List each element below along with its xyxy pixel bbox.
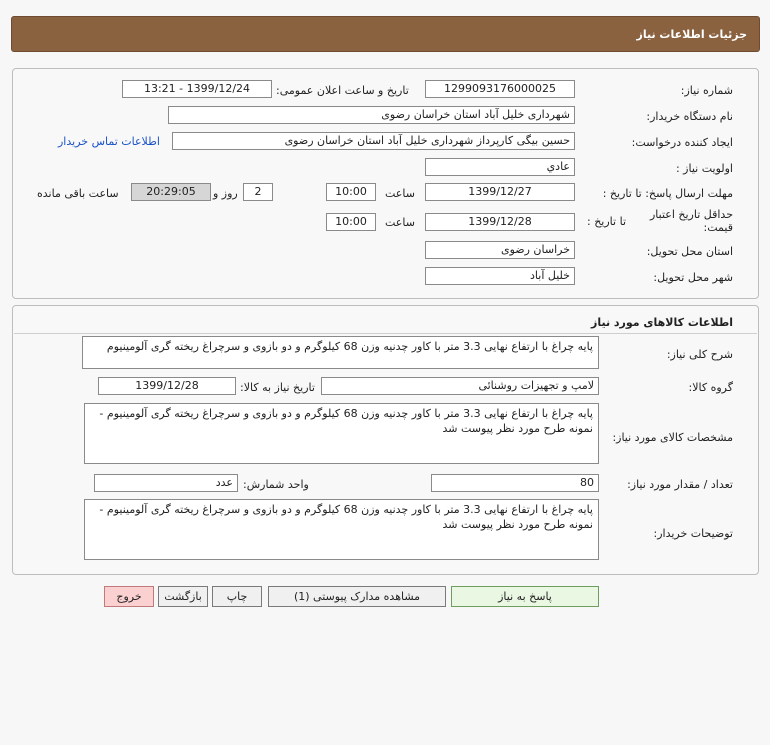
validity-time-field: 10:00 — [326, 213, 376, 231]
deadline-date-field: 1399/12/27 — [425, 183, 575, 201]
validity-date-field: 1399/12/28 — [425, 213, 575, 231]
summary-label: شرح کلی نیاز: — [666, 348, 733, 361]
back-button[interactable]: بازگشت — [158, 586, 208, 607]
requester-label: ایجاد کننده درخواست: — [631, 136, 733, 149]
validity-to-label: تا تاریخ : — [587, 215, 626, 228]
quantity-label: تعداد / مقدار مورد نیاز: — [627, 478, 733, 491]
need-date-field: 1399/12/28 — [98, 377, 236, 395]
view-attachments-button[interactable]: مشاهده مدارک پیوستی (1) — [268, 586, 446, 607]
exit-button[interactable]: خروج — [104, 586, 154, 607]
remaining-time-label: ساعت باقی مانده — [37, 187, 119, 200]
deadline-time-label: ساعت — [385, 187, 415, 200]
days-remaining-field: 2 — [243, 183, 273, 201]
buyer-org-label: نام دستگاه خریدار: — [646, 110, 733, 123]
requester-field: حسین بیگی کارپرداز شهرداری خلیل آباد است… — [172, 132, 575, 150]
validity-label-line2: قیمت: — [703, 221, 733, 234]
print-button[interactable]: چاپ — [212, 586, 262, 607]
buyer-contact-link[interactable]: اطلاعات تماس خریدار — [58, 135, 160, 148]
goods-group-field: لامپ و تجهیزات روشنائی — [321, 377, 599, 395]
deadline-time-field: 10:00 — [326, 183, 376, 201]
announce-date-field: 1399/12/24 - 13:21 — [122, 80, 272, 98]
goods-group-label: گروه کالا: — [688, 381, 733, 394]
province-field: خراسان رضوی — [425, 241, 575, 259]
deadline-label: مهلت ارسال پاسخ: تا تاریخ : — [602, 187, 733, 200]
goods-section-title: اطلاعات کالاهای مورد نیاز — [591, 316, 733, 329]
unit-label: واحد شمارش: — [243, 478, 309, 491]
validity-time-label: ساعت — [385, 216, 415, 229]
page-header: جزئیات اطلاعات نیاز — [11, 16, 760, 52]
section-divider — [14, 333, 757, 334]
need-number-label: شماره نیاز: — [680, 84, 733, 97]
announce-date-label: تاریخ و ساعت اعلان عمومی: — [276, 84, 409, 97]
buyer-notes-field: پایه چراغ با ارتفاع نهایی 3.3 متر با کاو… — [84, 499, 599, 560]
remaining-time-field: 20:29:05 — [131, 183, 211, 201]
validity-label-line1: حداقل تاریخ اعتبار — [649, 208, 733, 221]
respond-button[interactable]: پاسخ به نیاز — [451, 586, 599, 607]
specs-label: مشخصات کالای مورد نیاز: — [612, 431, 733, 444]
province-label: استان محل تحویل: — [646, 245, 733, 258]
need-date-label: تاریخ نیاز به کالا: — [240, 381, 315, 394]
need-number-field: 1299093176000025 — [425, 80, 575, 98]
specs-field: پایه چراغ با ارتفاع نهایی 3.3 متر با کاو… — [84, 403, 599, 464]
page-title: جزئیات اطلاعات نیاز — [636, 28, 748, 41]
city-label: شهر محل تحویل: — [653, 271, 733, 284]
priority-field: عادي — [425, 158, 575, 176]
quantity-field: 80 — [431, 474, 599, 492]
buyer-notes-label: توضیحات خریدار: — [653, 527, 734, 540]
days-label: روز و — [213, 187, 238, 200]
need-info-panel — [12, 68, 759, 299]
priority-label: اولویت نیاز : — [675, 162, 733, 175]
city-field: خلیل آباد — [425, 267, 575, 285]
unit-field: عدد — [94, 474, 238, 492]
buyer-org-field: شهرداری خلیل آباد استان خراسان رضوی — [168, 106, 575, 124]
summary-field: پایه چراغ با ارتفاع نهایی 3.3 متر با کاو… — [82, 336, 599, 369]
